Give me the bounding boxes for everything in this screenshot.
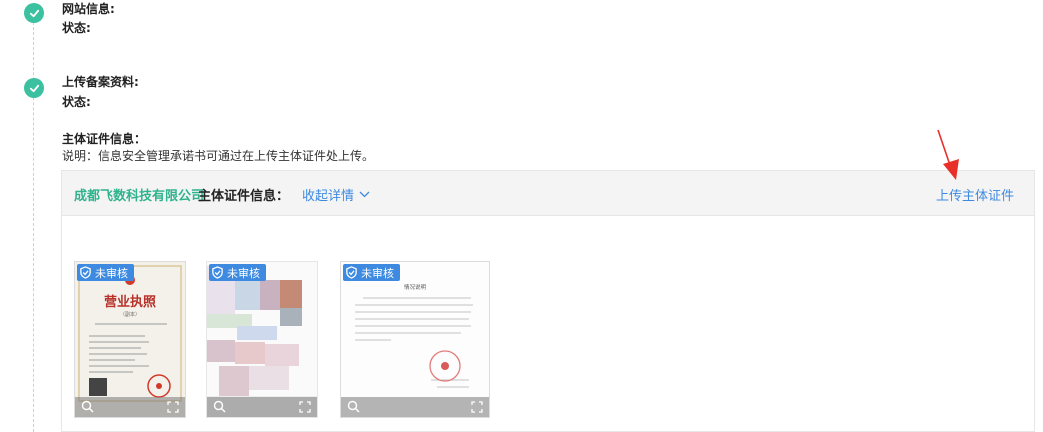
review-status-badge: 未审核 [343, 264, 400, 281]
shield-check-icon [80, 266, 91, 279]
cert-panel: 成都飞数科技有限公司 主体证件信息： 收起详情 上传主体证件 营业执照 （副本） [61, 170, 1035, 432]
step-complete-check-icon [24, 3, 44, 23]
collapse-details-label: 收起详情 [302, 189, 355, 204]
statement-document-image: 情况说明 [341, 262, 489, 417]
fullscreen-icon[interactable] [167, 401, 179, 413]
cert-panel-header: 成都飞数科技有限公司 主体证件信息： 收起详情 上传主体证件 [62, 171, 1034, 216]
license-title-text: 营业执照 [104, 294, 156, 310]
blurred-id-image [207, 262, 317, 417]
step-website-info-title: 网站信息: [62, 2, 115, 16]
review-status-badge: 未审核 [209, 264, 266, 281]
collapse-details-link[interactable]: 收起详情 [302, 185, 370, 204]
fullscreen-icon[interactable] [471, 401, 483, 413]
chevron-down-icon [359, 191, 370, 198]
business-license-image: 营业执照 （副本） [75, 262, 185, 417]
shield-check-icon [346, 266, 357, 279]
cert-section-title: 主体证件信息： [62, 132, 147, 146]
zoom-icon[interactable] [213, 400, 226, 413]
review-status-text: 未审核 [227, 266, 260, 280]
cert-section-note: 说明：信息安全管理承诺书可通过在上传主体证件处上传。 [62, 149, 375, 163]
thumbnail-action-bar [207, 397, 317, 417]
annotation-arrow-icon [937, 129, 959, 180]
upload-cert-link[interactable]: 上传主体证件 [936, 185, 1014, 204]
shield-check-icon [212, 266, 223, 279]
zoom-icon[interactable] [347, 400, 360, 413]
company-name: 成都飞数科技有限公司 [74, 189, 205, 204]
thumbnail-action-bar [75, 397, 185, 417]
cert-info-label: 主体证件信息： [198, 189, 290, 204]
cert-thumbnail-business-license[interactable]: 营业执照 （副本） 未审核 [74, 261, 186, 418]
review-status-badge: 未审核 [77, 264, 134, 281]
review-status-text: 未审核 [95, 266, 128, 280]
license-subtitle-text: （副本） [120, 311, 140, 318]
fullscreen-icon[interactable] [299, 401, 311, 413]
review-status-text: 未审核 [361, 266, 394, 280]
cert-thumbnail-statement[interactable]: 情况说明 未审核 [340, 261, 490, 418]
step-complete-check-icon [24, 78, 44, 98]
zoom-icon[interactable] [81, 400, 94, 413]
step-upload-materials-title: 上传备案资料: [62, 75, 139, 89]
thumbnail-action-bar [341, 397, 489, 417]
step-website-info-status: 状态: [62, 21, 91, 35]
cert-thumbnail-id-card[interactable]: 未审核 [206, 261, 318, 418]
step-upload-materials-status: 状态: [62, 95, 91, 109]
statement-title-text: 情况说明 [404, 283, 427, 291]
